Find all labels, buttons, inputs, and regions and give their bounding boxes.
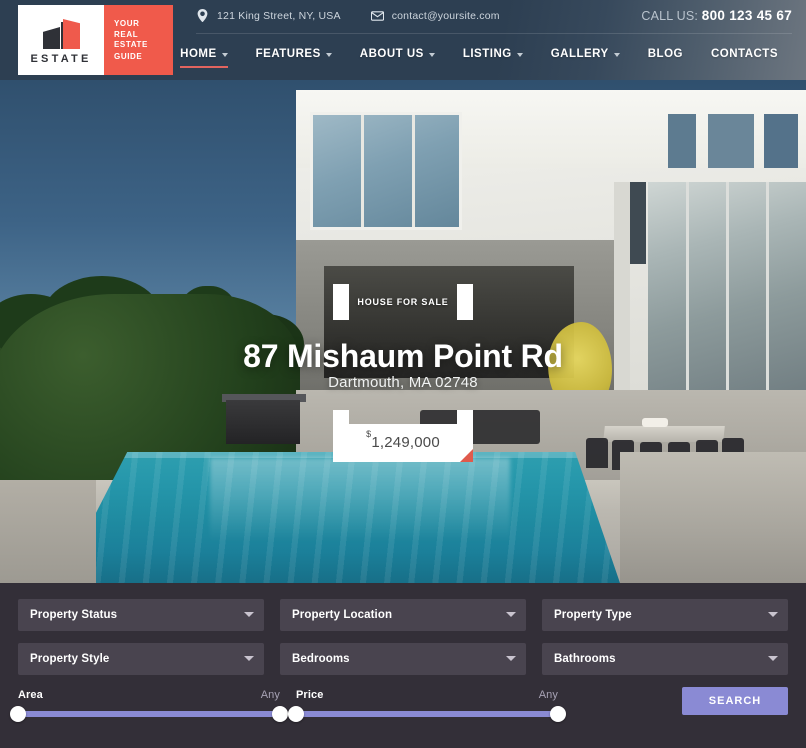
filter-row-3: Area Any Price Any SEARCH [10, 687, 788, 722]
header-email-text: contact@yoursite.com [391, 9, 500, 22]
nav-item-home[interactable]: HOME [166, 44, 242, 70]
header-address-text: 121 King Street, NY, USA [217, 9, 341, 22]
header-contact-info: 121 King Street, NY, USA contact@yoursit… [196, 9, 500, 22]
property-location: Dartmouth, MA 02748 [328, 374, 478, 391]
nav-item-features[interactable]: FEATURES [242, 44, 346, 70]
price-box: $1,249,000 [333, 410, 473, 462]
filter-row-1: Property Status Property Location Proper… [18, 599, 788, 631]
status-badge-label: HOUSE FOR SALE [357, 297, 449, 307]
chevron-down-icon [244, 612, 254, 617]
price-slider-handle-min[interactable] [288, 706, 304, 722]
nav-item-about-us[interactable]: ABOUT US [346, 44, 449, 70]
property-search-bar: Property Status Property Location Proper… [0, 583, 806, 748]
chevron-down-icon [506, 612, 516, 617]
select-label: Property Location [292, 609, 393, 621]
header-address: 121 King Street, NY, USA [196, 9, 341, 22]
hero-overlay: HOUSE FOR SALE 87 Mishaum Point Rd Dartm… [0, 80, 806, 583]
search-button[interactable]: SEARCH [682, 687, 788, 715]
price-slider-track[interactable] [288, 706, 566, 722]
nav-item-blog[interactable]: BLOG [634, 44, 697, 70]
area-slider-head: Area Any [18, 689, 280, 701]
property-price: $1,249,000 [333, 429, 473, 452]
price-corner-left [333, 410, 349, 424]
nav-item-gallery[interactable]: GALLERY [537, 44, 634, 70]
hero-banner: HOUSE FOR SALE 87 Mishaum Point Rd Dartm… [0, 80, 806, 583]
logo-brand-text: ESTATE [30, 53, 92, 65]
chevron-down-icon [613, 52, 620, 57]
chevron-down-icon [244, 656, 254, 661]
filter-row-2: Property Style Bedrooms Bathrooms [18, 643, 788, 675]
site-logo[interactable]: ESTATE YOUR REAL ESTATE GUIDE [18, 5, 173, 75]
page-root: ESTATE YOUR REAL ESTATE GUIDE 121 King S… [0, 0, 806, 748]
logo-tagline-line-1: YOUR [114, 18, 140, 28]
status-badge: HOUSE FOR SALE [333, 284, 473, 320]
select-label: Bathrooms [554, 653, 616, 665]
chevron-down-icon [768, 656, 778, 661]
header-email[interactable]: contact@yoursite.com [370, 9, 500, 22]
price-slider-label: Price [296, 689, 324, 701]
nav-label: HOME [180, 48, 217, 60]
select-bedrooms[interactable]: Bedrooms [280, 643, 526, 675]
header-divider [196, 33, 792, 34]
header-phone[interactable]: CALL US: 800 123 45 67 [641, 8, 792, 23]
call-us-label: CALL US: [641, 9, 699, 23]
select-label: Property Type [554, 609, 632, 621]
area-slider-label: Area [18, 689, 43, 701]
nav-label: CONTACTS [710, 48, 778, 60]
currency-symbol: $ [366, 428, 372, 439]
chevron-down-icon [516, 52, 523, 57]
phone-number: 800 123 45 67 [701, 8, 792, 23]
price-amount: 1,249,000 [371, 434, 440, 451]
select-label: Bedrooms [292, 653, 350, 665]
select-property-status[interactable]: Property Status [18, 599, 264, 631]
chevron-down-icon [506, 656, 516, 661]
area-slider: Area Any [10, 689, 288, 722]
chevron-down-icon [428, 52, 435, 57]
price-slider-value: Any [538, 689, 558, 701]
envelope-icon [370, 9, 384, 22]
select-label: Property Style [30, 653, 110, 665]
area-slider-handle-min[interactable] [10, 706, 26, 722]
nav-label: ABOUT US [359, 48, 424, 60]
nav-label: GALLERY [550, 48, 609, 60]
chevron-down-icon [768, 612, 778, 617]
nav-item-contacts[interactable]: CONTACTS [697, 44, 792, 70]
building-logo-icon [39, 19, 83, 49]
price-corner-accent-icon [460, 449, 473, 462]
search-button-wrap: SEARCH [574, 687, 788, 717]
price-corner-right [457, 410, 473, 424]
logo-tagline-block: YOUR REAL ESTATE GUIDE [104, 5, 173, 75]
price-slider-head: Price Any [296, 689, 558, 701]
price-slider: Price Any [288, 689, 566, 722]
select-property-style[interactable]: Property Style [18, 643, 264, 675]
area-slider-value: Any [260, 689, 280, 701]
logo-tagline-line-3: GUIDE [114, 51, 143, 61]
price-slider-handle-max[interactable] [550, 706, 566, 722]
property-title: 87 Mishaum Point Rd [243, 338, 563, 374]
nav-label: FEATURES [255, 48, 321, 60]
select-property-location[interactable]: Property Location [280, 599, 526, 631]
select-property-type[interactable]: Property Type [542, 599, 788, 631]
main-navigation: HOME FEATURES ABOUT US LISTING GALLERY B… [166, 44, 792, 70]
nav-item-listing[interactable]: LISTING [449, 44, 537, 70]
nav-label: LISTING [462, 48, 512, 60]
select-bathrooms[interactable]: Bathrooms [542, 643, 788, 675]
price-panel: $1,249,000 [333, 424, 473, 462]
select-label: Property Status [30, 609, 118, 621]
area-slider-track[interactable] [10, 706, 288, 722]
site-header: ESTATE YOUR REAL ESTATE GUIDE 121 King S… [0, 0, 806, 80]
nav-label: BLOG [647, 48, 683, 60]
location-pin-icon [196, 9, 209, 22]
logo-tagline-line-2: REAL ESTATE [114, 30, 148, 49]
logo-brand-block: ESTATE [18, 5, 104, 75]
chevron-down-icon [221, 52, 228, 57]
chevron-down-icon [325, 52, 332, 57]
area-slider-handle-max[interactable] [272, 706, 288, 722]
